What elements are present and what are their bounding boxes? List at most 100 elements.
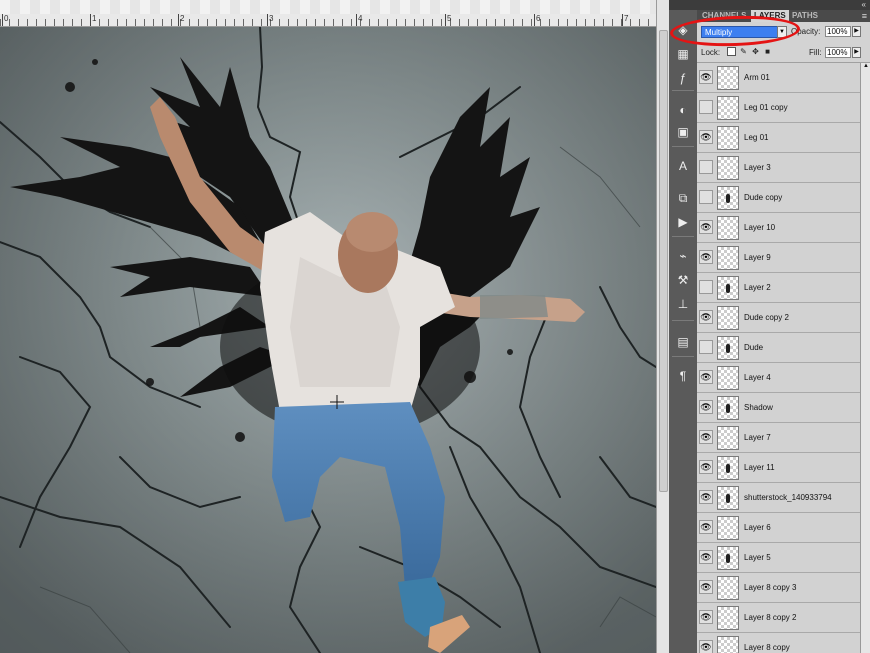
visibility-eye-icon[interactable]: 👁	[699, 490, 713, 504]
layer-name: Layer 8 copy	[744, 643, 790, 652]
layer-thumbnail	[717, 336, 739, 360]
layer-thumbnail	[717, 426, 739, 450]
visibility-eye-icon[interactable]	[699, 280, 713, 294]
ruler-label: 3	[269, 14, 274, 23]
layer-row[interactable]: 👁 shutterstock_140933794	[697, 483, 860, 513]
layer-thumbnail	[717, 546, 739, 570]
visibility-eye-icon[interactable]	[699, 340, 713, 354]
layer-thumbnail	[717, 516, 739, 540]
layer-thumbnail	[717, 156, 739, 180]
layer-row[interactable]: 👁 Layer 8 copy 3	[697, 573, 860, 603]
layer-row[interactable]: 👁 Dude copy 2	[697, 303, 860, 333]
lock-brush-icon[interactable]: ✎	[739, 47, 748, 56]
visibility-eye-icon[interactable]: 👁	[699, 550, 713, 564]
layer-row[interactable]: 👁 Layer 10	[697, 213, 860, 243]
color-icon[interactable]: ◐	[672, 100, 694, 120]
visibility-eye-icon[interactable]: 👁	[699, 640, 713, 653]
layer-thumbnail	[717, 66, 739, 90]
ruler-major-tick	[90, 14, 91, 26]
layer-row[interactable]: 👁 Layer 8 copy 2	[697, 603, 860, 633]
visibility-eye-icon[interactable]	[699, 160, 713, 174]
tool-preset-icon[interactable]: ⚒	[672, 270, 694, 290]
layers-scrollbar[interactable]: ▲	[860, 63, 870, 653]
opacity-arrow-icon[interactable]: ▶	[852, 26, 861, 37]
ruler-major-tick	[534, 14, 535, 26]
opacity-input[interactable]: 100%	[825, 26, 851, 37]
layer-name: Layer 6	[744, 523, 771, 532]
visibility-eye-icon[interactable]: 👁	[699, 370, 713, 384]
layer-thumbnail	[717, 576, 739, 600]
layer-thumbnail	[717, 216, 739, 240]
layer-thumbnail	[717, 456, 739, 480]
visibility-eye-icon[interactable]: 👁	[699, 460, 713, 474]
layers-panel: ≡ CHANNELS LAYERS PATHS Multiply ▼ Opacity…	[697, 10, 870, 653]
lock-transparent-icon[interactable]	[727, 47, 736, 56]
layer-row[interactable]: Dude copy	[697, 183, 860, 213]
layer-row[interactable]: 👁 Layer 6	[697, 513, 860, 543]
layer-row[interactable]: Layer 3	[697, 153, 860, 183]
visibility-eye-icon[interactable]	[699, 190, 713, 204]
ruler-label: 1	[92, 14, 97, 23]
layer-thumbnail	[717, 366, 739, 390]
top-ruler: 0 1 2 3 4 5 6 7	[0, 0, 656, 27]
canvas-scroll-thumb[interactable]	[659, 30, 668, 492]
tool-separator	[672, 320, 694, 321]
panel-dock-header: «	[669, 0, 870, 10]
layer-name: Layer 8 copy 2	[744, 613, 797, 622]
layer-name: Arm 01	[744, 73, 770, 82]
visibility-eye-icon[interactable]: 👁	[699, 520, 713, 534]
visibility-eye-icon[interactable]: 👁	[699, 400, 713, 414]
stamp-icon[interactable]: ⊥	[672, 294, 694, 314]
layer-row[interactable]: 👁 Arm 01	[697, 63, 860, 93]
collapse-panel-icon[interactable]: «	[862, 0, 866, 9]
visibility-eye-icon[interactable]: 👁	[699, 70, 713, 84]
character-icon[interactable]: A	[672, 156, 694, 176]
visibility-eye-icon[interactable]: 👁	[699, 220, 713, 234]
layer-row[interactable]: 👁 Layer 11	[697, 453, 860, 483]
layer-row[interactable]: Leg 01 copy	[697, 93, 860, 123]
layer-row[interactable]: 👁 Leg 01	[697, 123, 860, 153]
scroll-up-icon[interactable]: ▲	[862, 63, 870, 72]
layer-name: shutterstock_140933794	[744, 493, 832, 502]
layer-row[interactable]: Dude	[697, 333, 860, 363]
layer-name: Dude	[744, 343, 764, 352]
visibility-eye-icon[interactable]: 👁	[699, 130, 713, 144]
panel-menu-icon[interactable]: ≡	[862, 10, 867, 22]
visibility-eye-icon[interactable]: 👁	[699, 430, 713, 444]
actions-icon[interactable]: ▶	[672, 212, 694, 232]
layer-row[interactable]: 👁 Layer 8 copy	[697, 633, 860, 653]
fx-icon[interactable]: ƒ	[672, 68, 694, 88]
layer-row[interactable]: 👁 Layer 9	[697, 243, 860, 273]
paragraph-icon[interactable]: ¶	[672, 366, 694, 386]
visibility-eye-icon[interactable]	[699, 100, 713, 114]
layer-row[interactable]: 👁 Layer 7	[697, 423, 860, 453]
lock-move-icon[interactable]: ✥	[751, 47, 760, 56]
visibility-eye-icon[interactable]: 👁	[699, 610, 713, 624]
tool-separator	[672, 90, 694, 91]
ruler-label: 6	[536, 14, 541, 23]
ruler-label: 4	[358, 14, 363, 23]
navigator-icon[interactable]: ▤	[672, 332, 694, 352]
lock-all-icon[interactable]: ■	[763, 47, 772, 56]
layer-name: Layer 9	[744, 253, 771, 262]
layer-row[interactable]: 👁 Layer 4	[697, 363, 860, 393]
fill-input[interactable]: 100%	[825, 47, 851, 58]
histogram-icon[interactable]: ▦	[672, 44, 694, 64]
visibility-eye-icon[interactable]: 👁	[699, 250, 713, 264]
clone-source-icon[interactable]: ⧉	[672, 188, 694, 208]
document-canvas[interactable]	[0, 27, 656, 653]
visibility-eye-icon[interactable]: 👁	[699, 580, 713, 594]
visibility-eye-icon[interactable]: 👁	[699, 310, 713, 324]
canvas-scrollbar[interactable]	[656, 0, 669, 653]
layer-row[interactable]: Layer 2	[697, 273, 860, 303]
layer-name: Leg 01 copy	[744, 103, 788, 112]
brush-preset-icon[interactable]: ⌁	[672, 246, 694, 266]
layer-thumbnail	[717, 306, 739, 330]
layer-row[interactable]: 👁 Shadow	[697, 393, 860, 423]
layer-row[interactable]: 👁 Layer 5	[697, 543, 860, 573]
layer-name: Layer 4	[744, 373, 771, 382]
layer-thumbnail	[717, 636, 739, 653]
swatch-icon[interactable]: ▣	[672, 122, 694, 142]
tab-paths[interactable]: PATHS	[789, 10, 821, 22]
fill-arrow-icon[interactable]: ▶	[852, 47, 861, 58]
